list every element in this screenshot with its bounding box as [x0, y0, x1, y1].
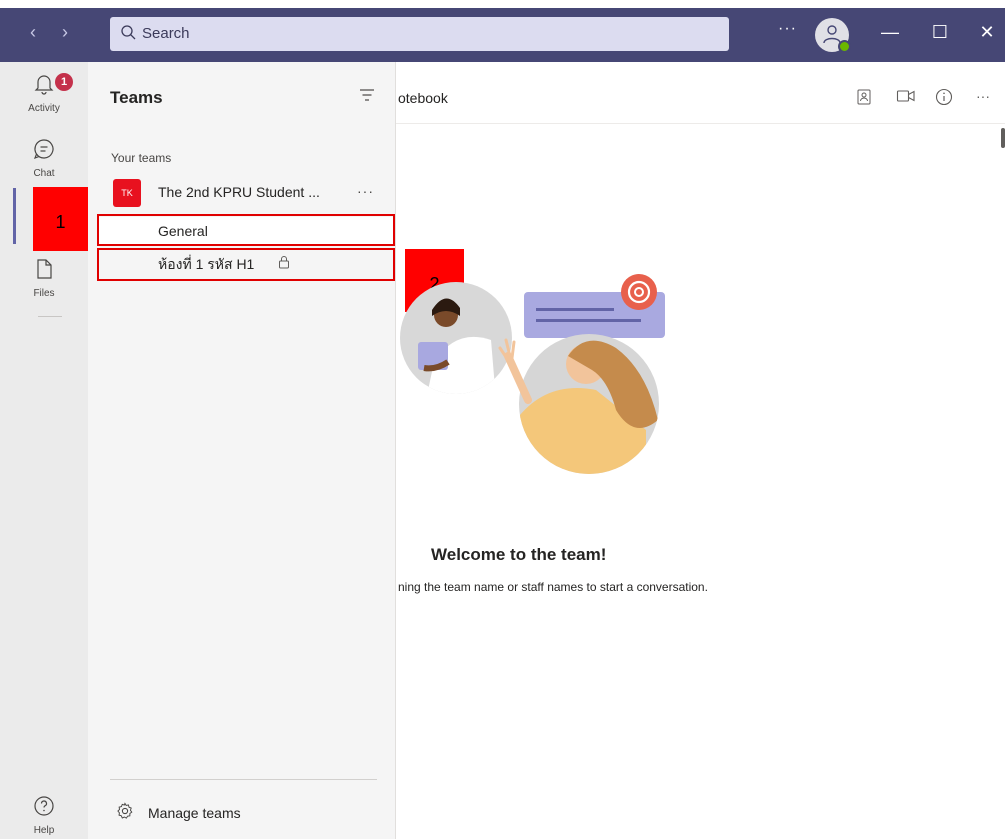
minimize-button[interactable]: —	[875, 17, 905, 47]
tab-notebook[interactable]: otebook	[398, 90, 448, 106]
welcome-title: Welcome to the team!	[431, 545, 607, 564]
help-icon	[34, 796, 54, 816]
video-call-icon[interactable]	[896, 88, 916, 104]
search-placeholder: Search	[142, 25, 190, 42]
channel-header: otebook ···	[396, 62, 1005, 124]
gear-icon	[117, 802, 133, 819]
team-item[interactable]: TK The 2nd KPRU Student ... ···	[88, 175, 396, 209]
maximize-button[interactable]: ☐	[925, 17, 955, 47]
welcome-illustration	[400, 274, 665, 474]
search-icon	[121, 25, 136, 40]
panel-divider	[110, 779, 377, 780]
rail-item-files[interactable]: Files	[0, 257, 88, 299]
rail-active-indicator	[13, 188, 16, 244]
search-input[interactable]: Search	[110, 17, 729, 51]
header-more-button[interactable]: ···	[976, 88, 990, 104]
meeting-notes-icon[interactable]	[856, 88, 872, 106]
rail-label-files: Files	[33, 288, 55, 299]
title-bar: ‹ › Search ··· — ☐ ✕	[0, 0, 1005, 62]
bell-icon	[34, 75, 54, 95]
presence-available-icon	[838, 40, 851, 53]
info-icon[interactable]	[935, 88, 953, 106]
teams-panel: Teams Your teams TK The 2nd KPRU Student…	[88, 62, 396, 839]
rail-divider	[38, 316, 62, 317]
chevron-left-icon[interactable]: ‹	[24, 22, 42, 43]
rail-item-help[interactable]: Help	[0, 794, 88, 836]
team-more-button[interactable]: ···	[357, 183, 374, 199]
avatar[interactable]	[815, 18, 851, 53]
panel-title: Teams	[110, 88, 163, 107]
chat-icon	[33, 139, 54, 160]
welcome-subtitle: ning the team name or staff names to sta…	[398, 580, 708, 594]
more-options-button[interactable]: ···	[778, 20, 797, 38]
section-label-your-teams: Your teams	[111, 151, 172, 165]
rail-item-chat[interactable]: Chat	[0, 137, 88, 179]
app-rail: 1 Activity Chat Files Help	[0, 62, 88, 839]
manage-teams-label: Manage teams	[148, 805, 241, 821]
rail-label-chat: Chat	[33, 168, 55, 179]
activity-badge: 1	[55, 73, 73, 91]
file-icon	[37, 259, 52, 279]
highlight-box-room	[97, 248, 395, 281]
chevron-right-icon[interactable]: ›	[56, 22, 74, 43]
manage-teams-button[interactable]: Manage teams	[116, 802, 241, 825]
highlight-box-general	[97, 214, 395, 246]
team-name: The 2nd KPRU Student ...	[158, 184, 320, 200]
rail-item-activity[interactable]: 1 Activity	[0, 72, 88, 114]
rail-label-help: Help	[33, 825, 55, 836]
filter-icon[interactable]	[359, 88, 375, 102]
scrollbar[interactable]	[1001, 128, 1005, 148]
annotation-badge-1: 1	[33, 187, 88, 251]
close-button[interactable]: ✕	[972, 17, 1002, 47]
team-avatar: TK	[113, 179, 141, 207]
rail-label-activity: Activity	[28, 103, 60, 114]
